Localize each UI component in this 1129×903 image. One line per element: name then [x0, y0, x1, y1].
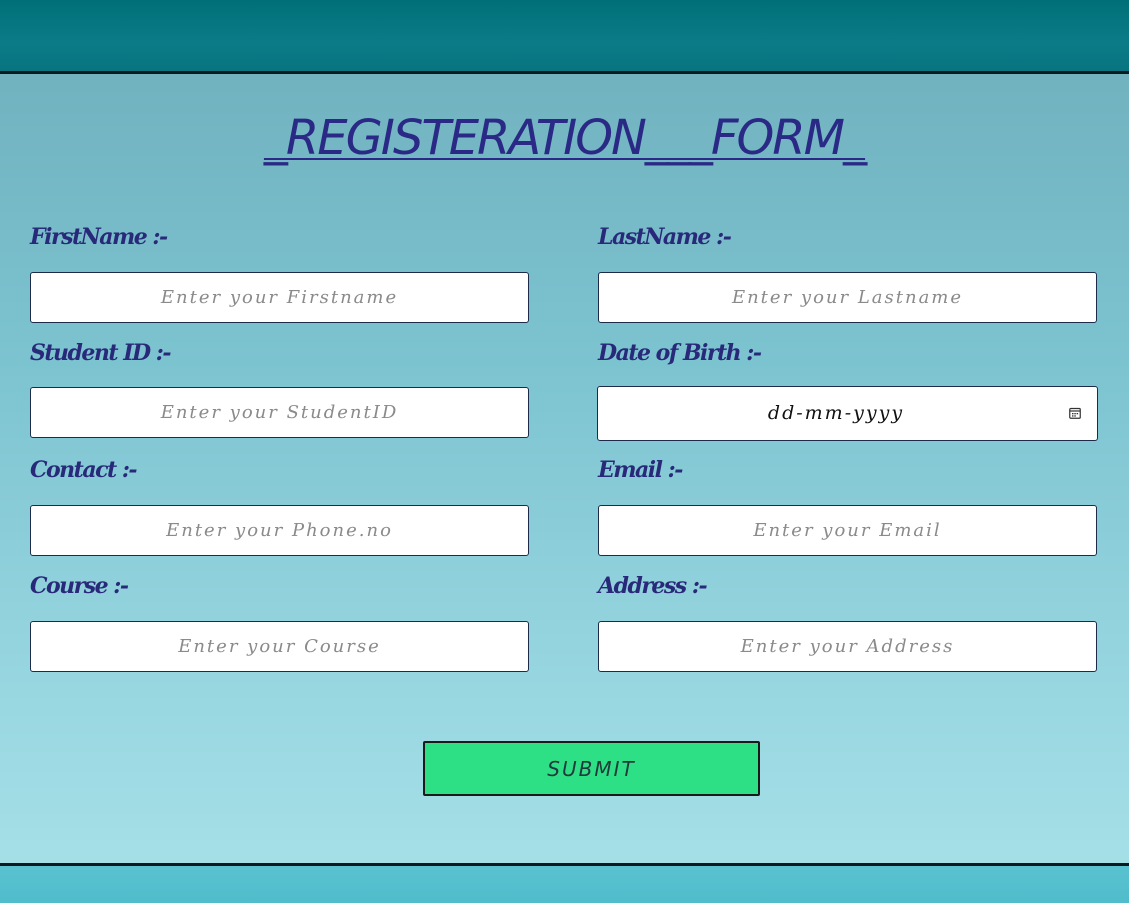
page-title: _REGISTERATION___FORM_	[263, 110, 867, 166]
email-label: Email :-	[598, 457, 683, 483]
dob-input[interactable]: dd-mm-yyyy	[597, 386, 1098, 441]
first-name-input[interactable]	[30, 272, 529, 323]
submit-button[interactable]: SUBMIT	[423, 741, 760, 796]
student-id-label: Student ID :-	[30, 340, 172, 366]
first-name-label: FirstName :-	[30, 224, 168, 250]
dob-label: Date of Birth :-	[598, 340, 762, 366]
contact-input[interactable]	[30, 505, 529, 556]
dob-format-text: dd-mm-yyyy	[767, 402, 905, 424]
last-name-input[interactable]	[598, 272, 1097, 323]
email-input[interactable]	[598, 505, 1097, 556]
last-name-label: LastName :-	[598, 224, 732, 250]
contact-label: Contact :-	[30, 457, 138, 483]
header-band	[0, 0, 1129, 74]
address-label: Address :-	[598, 573, 708, 599]
footer-band	[0, 863, 1129, 903]
course-input[interactable]	[30, 621, 529, 672]
course-label: Course :-	[30, 573, 129, 599]
address-input[interactable]	[598, 621, 1097, 672]
student-id-input[interactable]	[30, 387, 529, 438]
calendar-icon[interactable]	[1069, 407, 1081, 419]
